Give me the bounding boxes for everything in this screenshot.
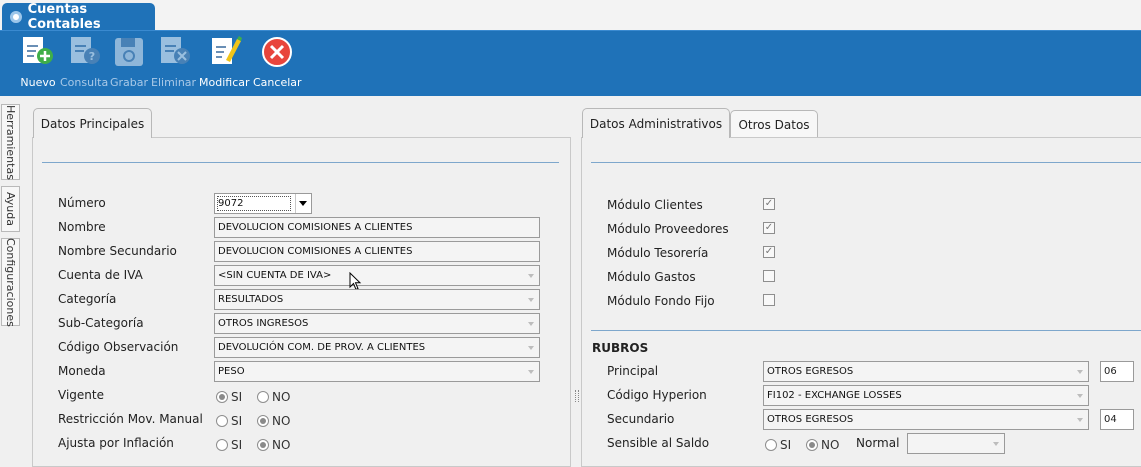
side-panel-tabs: Herramientas Ayuda Configuraciones <box>0 96 22 466</box>
normal-label: Normal <box>856 436 900 450</box>
nombre-secundario-field[interactable]: DEVOLUCION COMISIONES A CLIENTES <box>214 241 540 262</box>
svg-text:?: ? <box>89 50 95 63</box>
vigente-si-radio[interactable]: SI <box>216 390 242 404</box>
numero-label: Número <box>58 196 106 210</box>
modulo-clientes-label: Módulo Clientes <box>607 198 703 212</box>
query-label: Consulta <box>60 76 109 89</box>
modulo-proveedores-label: Módulo Proveedores <box>607 222 729 236</box>
cuenta-iva-label: Cuenta de IVA <box>58 268 143 282</box>
datos-administrativos-panel: Módulo Clientes ✓ Módulo Proveedores ✓ M… <box>581 137 1141 467</box>
chevron-down-icon <box>993 442 999 446</box>
chevron-down-icon <box>528 346 534 350</box>
cancel-icon <box>259 35 295 69</box>
edit-label: Modificar <box>199 76 250 89</box>
subcategoria-label: Sub-Categoría <box>58 316 144 330</box>
modulo-fondo-fijo-checkbox[interactable] <box>763 294 775 306</box>
datos-principales-panel: Número 9072 Nombre DEVOLUCION COMISIONES… <box>32 137 571 467</box>
splitter-grip[interactable] <box>575 390 579 402</box>
principal-code-field[interactable]: 06 <box>1100 361 1134 382</box>
sensible-no-radio[interactable]: NO <box>806 438 839 452</box>
restriccion-label: Restricción Mov. Manual <box>58 412 203 426</box>
toolbar: Nuevo ? Consulta Grabar Eliminar Modific… <box>0 30 1141 96</box>
chevron-down-icon <box>1077 394 1083 398</box>
sensible-saldo-label: Sensible al Saldo <box>607 436 710 450</box>
new-document-icon <box>20 35 56 69</box>
side-tab-ayuda[interactable]: Ayuda <box>1 186 20 232</box>
codigo-hyperion-select[interactable]: FI102 - EXCHANGE LOSSES <box>763 385 1089 406</box>
modulo-fondo-fijo-label: Módulo Fondo Fijo <box>607 294 715 308</box>
delete-document-icon <box>156 35 192 69</box>
divider <box>591 162 1141 163</box>
modulo-gastos-label: Módulo Gastos <box>607 270 696 284</box>
tab-status-icon <box>10 10 22 23</box>
modulo-clientes-checkbox[interactable]: ✓ <box>763 198 775 210</box>
tab-bar: Cuentas Contables <box>0 0 1141 32</box>
codigo-hyperion-label: Código Hyperion <box>607 388 707 402</box>
chevron-down-icon <box>528 298 534 302</box>
save-label: Grabar <box>110 76 149 89</box>
vigente-no-radio[interactable]: NO <box>257 390 290 404</box>
restriccion-no-radio[interactable]: NO <box>257 414 290 428</box>
moneda-label: Moneda <box>58 364 106 378</box>
ajusta-inflacion-label: Ajusta por Inflación <box>58 436 174 450</box>
chevron-down-icon <box>528 370 534 374</box>
vigente-label: Vigente <box>58 388 104 402</box>
categoria-label: Categoría <box>58 292 117 306</box>
tab-title: Cuentas Contables <box>27 1 101 32</box>
principal-label: Principal <box>607 364 659 378</box>
nombre-field[interactable]: DEVOLUCION COMISIONES A CLIENTES <box>214 217 540 238</box>
secundario-code-field[interactable]: 04 <box>1100 409 1134 430</box>
side-tab-configuraciones[interactable]: Configuraciones <box>1 238 20 326</box>
modulo-gastos-checkbox[interactable] <box>763 270 775 282</box>
new-button[interactable]: Nuevo <box>20 35 56 93</box>
codigo-observacion-label: Código Observación <box>58 340 179 354</box>
secundario-select[interactable]: OTROS EGRESOS <box>763 409 1089 430</box>
tab-otros-datos[interactable]: Otros Datos <box>730 110 818 138</box>
numero-combobox[interactable]: 9072 <box>214 193 312 214</box>
chevron-down-icon <box>1077 418 1083 422</box>
ajusta-no-radio[interactable]: NO <box>257 438 290 452</box>
divider <box>42 162 559 163</box>
chevron-down-icon <box>1077 370 1083 374</box>
save-button[interactable]: Grabar <box>110 35 148 93</box>
cancel-button[interactable]: Cancelar <box>253 35 302 93</box>
nombre-label: Nombre <box>58 220 106 234</box>
principal-select[interactable]: OTROS EGRESOS <box>763 361 1089 382</box>
secundario-label: Secundario <box>607 412 675 426</box>
sensible-si-radio[interactable]: SI <box>765 438 791 452</box>
delete-button[interactable]: Eliminar <box>151 35 196 93</box>
tab-cuentas-contables[interactable]: Cuentas Contables <box>2 1 155 32</box>
chevron-down-icon <box>528 322 534 326</box>
categoria-select[interactable]: RESULTADOS <box>214 289 540 310</box>
edit-document-icon <box>206 35 243 69</box>
chevron-down-icon <box>528 274 534 278</box>
ajusta-si-radio[interactable]: SI <box>216 438 242 452</box>
tab-datos-principales[interactable]: Datos Principales <box>33 108 152 138</box>
subcategoria-select[interactable]: OTROS INGRESOS <box>214 313 540 334</box>
codigo-observacion-select[interactable]: DEVOLUCIÓN COM. DE PROV. A CLIENTES <box>214 337 540 358</box>
divider <box>591 330 1141 331</box>
edit-button[interactable]: Modificar <box>199 35 250 93</box>
modulo-tesoreria-label: Módulo Tesorería <box>607 246 709 260</box>
chevron-down-icon[interactable] <box>295 194 311 213</box>
save-disk-icon <box>111 35 147 69</box>
modulo-proveedores-checkbox[interactable]: ✓ <box>763 222 775 234</box>
side-tab-herramientas[interactable]: Herramientas <box>1 104 20 180</box>
rubros-title: RUBROS <box>592 341 649 355</box>
query-button[interactable]: ? Consulta <box>60 35 108 93</box>
cuenta-iva-select[interactable]: <SIN CUENTA DE IVA> <box>214 265 540 286</box>
modulo-tesoreria-checkbox[interactable]: ✓ <box>763 246 775 258</box>
tab-datos-administrativos[interactable]: Datos Administrativos <box>582 108 730 138</box>
query-document-icon: ? <box>66 35 102 69</box>
restriccion-si-radio[interactable]: SI <box>216 414 242 428</box>
moneda-select[interactable]: PESO <box>214 361 540 382</box>
delete-label: Eliminar <box>151 76 197 89</box>
cancel-label: Cancelar <box>253 76 302 89</box>
new-label: Nuevo <box>20 76 56 89</box>
nombre-secundario-label: Nombre Secundario <box>58 244 177 258</box>
normal-select[interactable] <box>907 433 1005 454</box>
